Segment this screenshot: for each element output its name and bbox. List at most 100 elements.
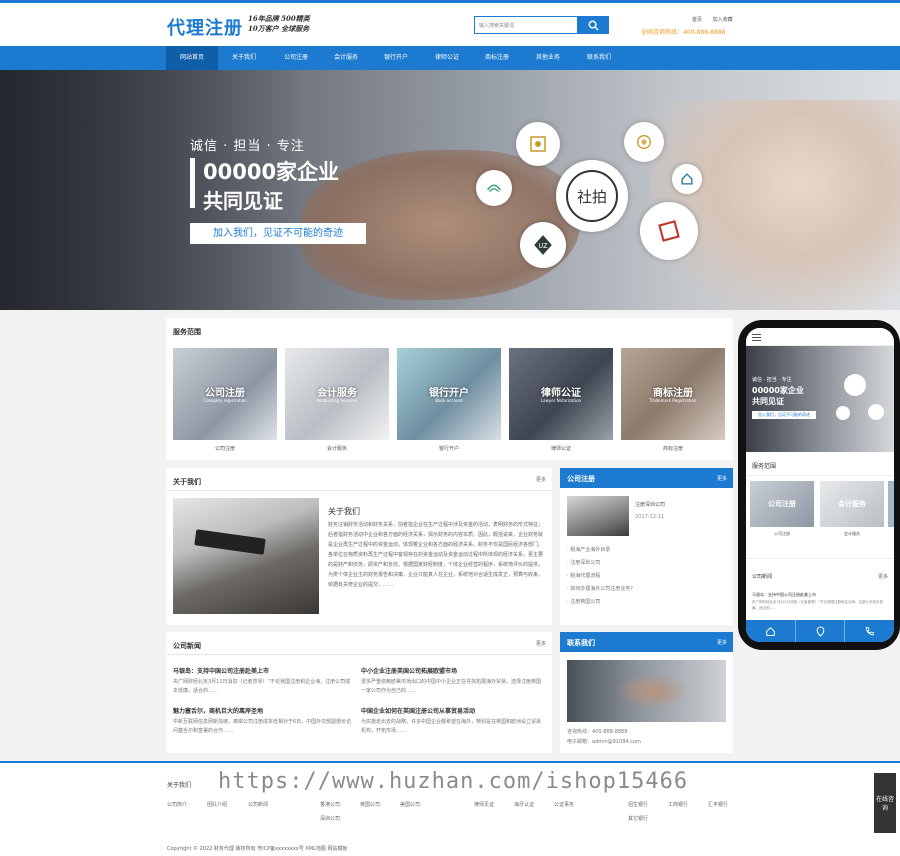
mobile-bottom-bar xyxy=(746,620,894,642)
location-icon[interactable] xyxy=(796,620,846,642)
news-item-desc: 央广网财经北京3月11日消息（记者曾琴）“不论我国注册和企业海，注册公司成本低廉… xyxy=(173,679,351,694)
footer-link[interactable]: 公证事务 xyxy=(554,801,574,808)
hero-banner[interactable]: 诚信 · 担当 · 专注 00000家企业 共同见证 加入我们，见证不可能的奇迹… xyxy=(0,70,900,310)
service-caption: 银行开户 xyxy=(438,446,459,452)
header: 代理注册 16年品牌 500精英 10万客户 全球服务 输入搜索关键词 首页 加… xyxy=(0,3,900,46)
about-more-link[interactable]: 更多 xyxy=(536,476,546,483)
contact-panel: 联系我们 更多 咨询热线：400-888-8888 电子邮箱：admin@910… xyxy=(560,632,733,753)
banner-headline-2: 共同见证 xyxy=(203,189,283,213)
mobile-join-button[interactable]: 加入我们，见证不可能的奇迹 xyxy=(752,411,816,419)
site-logo[interactable]: 代理注册 xyxy=(167,14,243,40)
mobile-topbar xyxy=(746,328,894,346)
nav-about[interactable]: 关于我们 xyxy=(218,46,270,70)
mobile-service-1-caption: 公司注册 xyxy=(774,531,790,536)
footer-link[interactable]: 香港公司 xyxy=(320,801,340,808)
about-text: 财务注销财务活动和财务关系，前者指企业在生产过程中涉及资金的活动，表明财务的形式… xyxy=(328,522,544,588)
mobile-bubble xyxy=(836,406,850,420)
about-panel: 关于我们 更多 关于我们 财务注销财务活动和财务关系，前者指企业在生产过程中涉及… xyxy=(166,468,552,625)
phone-call-icon[interactable] xyxy=(845,620,894,642)
service-caption: 会计服务 xyxy=(326,446,347,452)
news-item-title: 魅力塞舌尔，商机巨大的离岸圣地 xyxy=(173,708,264,715)
mobile-news-item[interactable]: 马银岛：支持中国公司注册赴美上市 xyxy=(752,592,884,598)
mobile-service-2-title: 会计服务 xyxy=(838,500,866,508)
mobile-screen: 诚信 · 担当 · 专注 00000家企业 共同见证 加入我们，见证不可能的奇迹… xyxy=(746,328,894,642)
service-company-reg[interactable]: 公司注册 Company registration 公司注册 xyxy=(173,348,277,452)
mobile-service-2-caption: 会计服务 xyxy=(844,531,860,536)
house-icon xyxy=(672,164,702,194)
footer-link[interactable]: 深圳公司 xyxy=(320,815,340,822)
reg-list-item[interactable]: · 税海代理流程 xyxy=(567,570,727,583)
copyright: Copyright © 2022 财务代理 版权所有 粤ICP备xxxxxxxx… xyxy=(167,846,348,852)
footer-link[interactable]: 律师见证 xyxy=(474,801,494,808)
news-item[interactable]: 马银岛：支持中国公司注册赴美上市 央广网财经北京3月11日消息（记者曾琴）“不论… xyxy=(173,666,355,696)
news-item[interactable]: 魅力塞舌尔，商机巨大的离岸圣地 中新互联网信息网新加坡，离岸公司注册成本低相对于… xyxy=(173,706,355,736)
mobile-preview: 诚信 · 担当 · 专注 00000家企业 共同见证 加入我们，见证不可能的奇迹… xyxy=(738,320,900,650)
mobile-service-1[interactable]: 公司注册 xyxy=(750,481,814,527)
service-image: 商标注册 Trademark Registration xyxy=(621,348,725,440)
footer-link[interactable]: 招生银行 xyxy=(628,801,648,808)
uz-badge-icon: UZ xyxy=(520,222,566,268)
reg-top-date: 2017-12-11 xyxy=(635,514,665,520)
divider xyxy=(746,475,894,476)
company-reg-header: 公司注册 更多 xyxy=(560,468,733,488)
home-icon[interactable] xyxy=(746,620,796,642)
reg-list-text: 税海代理流程 xyxy=(570,573,601,579)
service-image-title: 律师公证 xyxy=(541,388,581,399)
footer-link[interactable]: 公司简介 xyxy=(167,801,187,808)
nav-bank[interactable]: 银行开户 xyxy=(370,46,422,70)
nav-accounting[interactable]: 会计服务 xyxy=(320,46,372,70)
company-reg-more[interactable]: 更多 xyxy=(717,475,727,482)
contact-image xyxy=(567,660,726,722)
footer-link[interactable]: 汇丰银行 xyxy=(708,801,728,808)
banner-one-digit xyxy=(190,158,195,208)
mobile-news-more[interactable]: 更多 xyxy=(878,573,888,580)
service-trademark[interactable]: 商标注册 Trademark Registration 商标注册 xyxy=(621,348,725,452)
service-bank[interactable]: 银行开户 Bank account 银行开户 xyxy=(397,348,501,452)
reg-list-text: 注册深圳公司 xyxy=(570,560,601,566)
favorite-link[interactable]: 加入收藏 xyxy=(713,17,733,23)
contact-more[interactable]: 更多 xyxy=(717,639,727,646)
reg-list: · 税海产业海外目录 · 注册深圳公司 · 税海代理流程 · 如何办理海外公司注… xyxy=(567,544,727,609)
search-button[interactable] xyxy=(578,16,609,34)
footer-link[interactable]: 英国公司 xyxy=(360,801,380,808)
mobile-service-2[interactable]: 会计服务 xyxy=(820,481,884,527)
reg-list-item[interactable]: · 注册深圳公司 xyxy=(567,557,727,570)
nav-trademark[interactable]: 商标注册 xyxy=(471,46,523,70)
mobile-services-title: 服务范围 xyxy=(752,463,777,470)
footer-link[interactable]: 海牙认证 xyxy=(514,801,534,808)
service-accounting[interactable]: 会计服务 Accounting Services 会计服务 xyxy=(285,348,389,452)
service-caption: 律师公证 xyxy=(550,446,571,452)
menu-icon[interactable] xyxy=(752,334,761,335)
nav-company-reg[interactable]: 公司注册 xyxy=(270,46,322,70)
about-image xyxy=(173,498,319,614)
red-stamp-icon xyxy=(640,202,698,260)
contact-title: 联系我们 xyxy=(567,639,595,647)
reg-list-item[interactable]: · 注册英国公司 xyxy=(567,596,727,609)
slogan-line-1: 16年品牌 500精英 xyxy=(248,14,310,23)
home-link[interactable]: 首页 xyxy=(692,17,702,23)
news-item[interactable]: 中小企业注册英国公司拓展欧盟市场 很多严重依赖欧美市场出口的中国中小企业正在寻找… xyxy=(361,666,543,696)
nav-other[interactable]: 其他业务 xyxy=(522,46,574,70)
search-input[interactable]: 输入搜索关键词 xyxy=(474,16,578,34)
news-item[interactable]: 中国企业如何在英国注册公司从事贸易活动 为实施走出去的战略，许多中国企业都希望在… xyxy=(361,706,543,736)
footer-link[interactable]: 美国公司 xyxy=(400,801,420,808)
nav-contact[interactable]: 联系我们 xyxy=(573,46,625,70)
reg-top-title[interactable]: 注册深圳公司 xyxy=(635,501,665,508)
reg-list-text: 如何办理海外公司注册业务？ xyxy=(570,586,636,592)
news-more-link[interactable]: 更多 xyxy=(536,640,546,647)
news-item-desc: 中新互联网信息网新加坡，离岸公司注册成本低相对于6日。中国外交部副部长访问塞舌尔… xyxy=(173,719,352,734)
reg-list-text: 税海产业海外目录 xyxy=(570,547,611,553)
footer-link[interactable]: 公司新闻 xyxy=(248,801,268,808)
nav-home[interactable]: 网站首页 xyxy=(166,46,218,70)
footer-link[interactable]: 工商银行 xyxy=(668,801,688,808)
online-consult-button[interactable]: 在线咨询 xyxy=(874,773,896,833)
footer-link[interactable]: 其它银行 xyxy=(628,815,648,822)
footer-link[interactable]: 团队介绍 xyxy=(207,801,227,808)
join-us-button[interactable]: 加入我们，见证不可能的奇迹 xyxy=(190,223,366,244)
service-image-title: 商标注册 xyxy=(653,388,693,399)
reg-list-item[interactable]: · 税海产业海外目录 xyxy=(567,544,727,557)
nav-lawyer[interactable]: 律师公证 xyxy=(421,46,473,70)
reg-list-item[interactable]: · 如何办理海外公司注册业务？ xyxy=(567,583,727,596)
service-lawyer[interactable]: 律师公证 Lawyer Notarization 律师公证 xyxy=(509,348,613,452)
service-image-title: 公司注册 xyxy=(205,388,245,399)
